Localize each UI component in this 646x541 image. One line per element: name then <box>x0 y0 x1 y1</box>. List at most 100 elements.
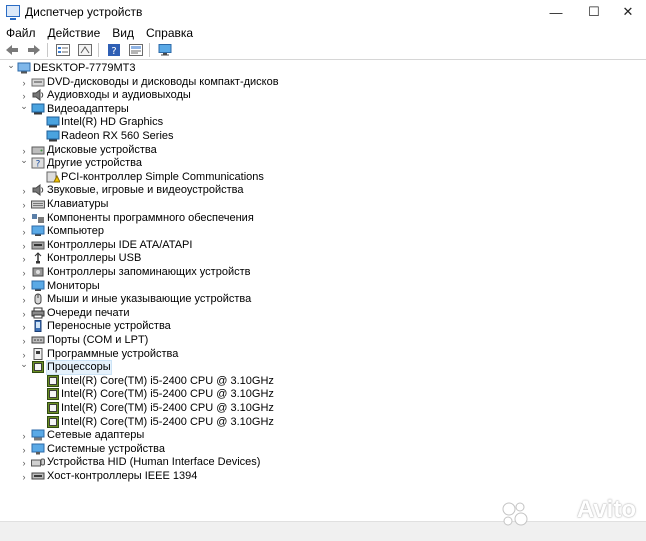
monitor-icon[interactable] <box>155 42 175 58</box>
close-button[interactable]: ✕ <box>610 0 646 24</box>
processor-icon <box>46 402 60 414</box>
disk-icon <box>31 144 45 156</box>
toolbar: ? <box>0 41 646 60</box>
tree-category[interactable]: ⌄ Процессоры <box>0 358 646 375</box>
device-manager-icon <box>6 5 20 20</box>
tree-category[interactable]: › Клавиатуры <box>0 198 646 211</box>
tree-device[interactable]: Intel(R) Core(TM) i5-2400 CPU @ 3.10GHz <box>0 375 646 388</box>
chevron-right-icon[interactable]: › <box>19 307 29 320</box>
tree-category[interactable]: › Мониторы <box>0 280 646 293</box>
tree-category[interactable]: › Программные устройства <box>0 348 646 361</box>
chevron-right-icon[interactable]: › <box>19 266 29 279</box>
tree-device[interactable]: Intel(R) HD Graphics <box>0 116 646 129</box>
tree-category[interactable]: ⌄? Другие устройства <box>0 154 646 170</box>
tree-category[interactable]: › Порты (COM и LPT) <box>0 334 646 347</box>
menu-file[interactable]: Файл <box>0 24 42 41</box>
tree-item-label: Контроллеры запоминающих устройств <box>47 266 251 278</box>
horizontal-scrollbar[interactable] <box>0 521 646 541</box>
menu-help[interactable]: Справка <box>140 24 199 41</box>
tree-category[interactable]: › Сетевые адаптеры <box>0 429 646 442</box>
tree-category[interactable]: › Переносные устройства <box>0 320 646 333</box>
tree-item-label: Устройства HID (Human Interface Devices) <box>47 456 261 468</box>
chevron-down-icon[interactable]: ⌄ <box>19 154 29 167</box>
chevron-right-icon[interactable]: › <box>19 212 29 225</box>
chevron-right-icon[interactable]: › <box>19 334 29 347</box>
window-title: Диспетчер устройств <box>25 5 143 19</box>
tree-category[interactable]: › Компьютер <box>0 225 646 238</box>
scan-hardware-icon[interactable] <box>75 42 95 58</box>
tree-item-label: PCI-контроллер Simple Communications <box>61 171 264 183</box>
tree-item-label: Мыши и иные указывающие устройства <box>47 293 252 305</box>
tree-category[interactable]: › Контроллеры IDE ATA/ATAPI <box>0 239 646 252</box>
chevron-right-icon[interactable]: › <box>19 456 29 469</box>
chevron-right-icon[interactable]: › <box>19 184 29 197</box>
chevron-right-icon[interactable]: › <box>19 252 29 265</box>
tree-item-label: Порты (COM и LPT) <box>47 334 149 346</box>
tree-item-label: Программные устройства <box>47 348 179 360</box>
device-tree: ⌄ DESKTOP-7779MT3 › DVD-дисководы и дисково… <box>0 59 646 517</box>
tree-item-label: Intel(R) Core(TM) i5-2400 CPU @ 3.10GHz <box>61 375 274 387</box>
show-hidden-icon[interactable] <box>126 42 146 58</box>
tree-item-label: Другие устройства <box>47 157 142 169</box>
menu-bar: Файл Действие Вид Справка <box>0 24 646 41</box>
tree-category[interactable]: › Аудиовходы и аудиовыходы <box>0 89 646 102</box>
tree-category[interactable]: › Системные устройства <box>0 443 646 456</box>
chevron-right-icon[interactable]: › <box>19 280 29 293</box>
chevron-right-icon[interactable]: › <box>19 429 29 442</box>
tree-category[interactable]: › Звуковые, игровые и видеоустройства <box>0 184 646 197</box>
menu-action[interactable]: Действие <box>42 24 107 41</box>
tree-item-label: Видеоадаптеры <box>47 103 129 115</box>
tree-category[interactable]: › Устройства HID (Human Interface Devices… <box>0 456 646 469</box>
tree-item-label: Переносные устройства <box>47 320 171 332</box>
mouse-icon <box>31 293 45 305</box>
tree-device[interactable]: Intel(R) Core(TM) i5-2400 CPU @ 3.10GHz <box>0 402 646 415</box>
unknown-device-icon: ? <box>31 157 45 170</box>
maximize-button[interactable]: ☐ <box>576 0 612 24</box>
chevron-right-icon[interactable]: › <box>19 239 29 252</box>
tree-root[interactable]: ⌄ DESKTOP-7779MT3 <box>0 59 646 75</box>
chevron-right-icon[interactable]: › <box>19 76 29 89</box>
help-icon[interactable]: ? <box>104 42 124 58</box>
tree-category[interactable]: › Мыши и иные указывающие устройства <box>0 293 646 306</box>
properties-icon[interactable] <box>53 42 73 58</box>
tree-category[interactable]: › Хост-контроллеры IEEE 1394 <box>0 470 646 483</box>
tree-device[interactable]: Intel(R) Core(TM) i5-2400 CPU @ 3.10GHz <box>0 388 646 401</box>
component-icon <box>31 212 45 224</box>
tree-device[interactable]: PCI-контроллер Simple Communications <box>0 171 646 184</box>
tree-item-label: Очереди печати <box>47 307 130 319</box>
chevron-right-icon[interactable]: › <box>19 198 29 211</box>
usb-icon <box>31 252 45 264</box>
chevron-down-icon[interactable]: ⌄ <box>19 358 29 371</box>
chevron-right-icon[interactable]: › <box>19 293 29 306</box>
tree-category[interactable]: › Контроллеры USB <box>0 252 646 265</box>
chevron-right-icon[interactable]: › <box>19 320 29 333</box>
tree-item-label: DVD-дисководы и дисководы компакт-дисков <box>47 76 279 88</box>
processor-icon <box>31 361 45 373</box>
chevron-right-icon[interactable]: › <box>19 470 29 483</box>
tree-category[interactable]: › Дисковые устройства <box>0 144 646 157</box>
minimize-button[interactable]: — <box>538 0 574 24</box>
tree-device[interactable]: Radeon RX 560 Series <box>0 130 646 143</box>
dvd-icon <box>31 76 45 88</box>
chevron-right-icon[interactable]: › <box>19 225 29 238</box>
tree-category[interactable]: › Контроллеры запоминающих устройств <box>0 266 646 279</box>
svg-text:?: ? <box>111 46 116 56</box>
tree-category[interactable]: ⌄ Видеоадаптеры <box>0 100 646 116</box>
tree-item-label: Звуковые, игровые и видеоустройства <box>47 184 244 196</box>
tree-category[interactable]: › Очереди печати <box>0 307 646 320</box>
port-icon <box>31 334 45 346</box>
tree-device[interactable]: Intel(R) Core(TM) i5-2400 CPU @ 3.10GHz <box>0 416 646 429</box>
tree-item-label: Хост-контроллеры IEEE 1394 <box>47 470 198 482</box>
tree-category[interactable]: › Компоненты программного обеспечения <box>0 212 646 225</box>
monitor-icon <box>31 225 45 237</box>
chevron-down-icon[interactable]: ⌄ <box>6 59 16 72</box>
tree-category[interactable]: › DVD-дисководы и дисководы компакт-диско… <box>0 76 646 89</box>
menu-view[interactable]: Вид <box>106 24 140 41</box>
chevron-right-icon[interactable]: › <box>19 443 29 456</box>
forward-arrow-icon[interactable] <box>24 42 44 58</box>
computer-icon <box>17 62 31 74</box>
back-arrow-icon[interactable] <box>2 42 22 58</box>
tree-item-label: Процессоры <box>46 360 112 375</box>
tree-item-label: Radeon RX 560 Series <box>61 130 174 142</box>
chevron-down-icon[interactable]: ⌄ <box>19 100 29 113</box>
